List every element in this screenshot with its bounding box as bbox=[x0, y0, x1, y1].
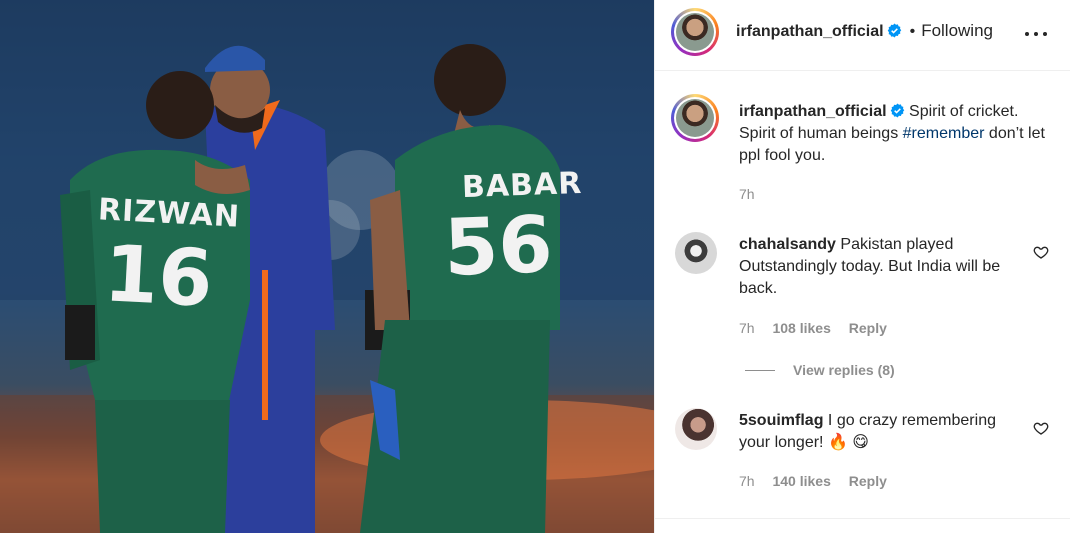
post-header: irfanpathan_official • Following bbox=[655, 0, 1070, 71]
jersey-right-name: BABAR bbox=[461, 165, 583, 206]
following-button[interactable]: Following bbox=[921, 21, 993, 40]
comment-item: 5souimflag I go crazy remembering your l… bbox=[655, 408, 1070, 498]
comment-timestamp[interactable]: 7h bbox=[739, 320, 755, 336]
author-info: irfanpathan_official • Following bbox=[736, 21, 993, 41]
verified-icon bbox=[887, 23, 901, 38]
divider-line bbox=[745, 369, 775, 371]
hashtag-link[interactable]: #remember bbox=[903, 125, 985, 142]
comment-timestamp[interactable]: 7h bbox=[739, 473, 755, 489]
commenter-avatar[interactable] bbox=[675, 232, 717, 274]
reply-button[interactable]: Reply bbox=[849, 473, 887, 489]
separator-dot: • bbox=[909, 23, 916, 40]
reply-button[interactable]: Reply bbox=[849, 320, 887, 336]
post-photo[interactable]: RIZWAN 16 BABAR 56 bbox=[0, 0, 654, 533]
commenter-avatar[interactable] bbox=[675, 408, 717, 450]
comment-meta: 7h 140 likes Reply bbox=[739, 473, 901, 489]
verified-icon bbox=[890, 103, 904, 118]
commenter-username-link[interactable]: chahalsandy bbox=[739, 236, 836, 253]
heart-icon[interactable] bbox=[1033, 244, 1049, 260]
comment-item: chahalsandy Pakistan played Outstandingl… bbox=[655, 232, 1070, 352]
view-replies-button[interactable]: View replies (8) bbox=[745, 362, 895, 378]
comment-body: 5souimflag I go crazy remembering your l… bbox=[739, 410, 1029, 454]
photo-illustration bbox=[0, 0, 654, 533]
comment-likes[interactable]: 108 likes bbox=[772, 320, 830, 336]
heart-icon[interactable] bbox=[1033, 420, 1049, 436]
post-details-panel: irfanpathan_official • Following irfanpath… bbox=[654, 0, 1070, 533]
jersey-left-name: RIZWAN bbox=[97, 192, 241, 235]
jersey-left-number: 16 bbox=[101, 229, 215, 325]
view-replies-label: View replies (8) bbox=[793, 362, 895, 378]
comment-body: chahalsandy Pakistan played Outstandingl… bbox=[739, 234, 1029, 300]
caption-timestamp[interactable]: 7h bbox=[739, 186, 755, 202]
section-divider bbox=[655, 518, 1070, 519]
caption-author-avatar[interactable] bbox=[671, 94, 719, 142]
jersey-right-number: 56 bbox=[442, 200, 555, 294]
commenter-username-link[interactable]: 5souimflag bbox=[739, 412, 823, 429]
caption-username-link[interactable]: irfanpathan_official bbox=[739, 103, 887, 120]
post-caption: irfanpathan_official Spirit of cricket. … bbox=[739, 101, 1059, 167]
comment-likes[interactable]: 140 likes bbox=[772, 473, 830, 489]
author-avatar[interactable] bbox=[671, 8, 719, 56]
author-username-link[interactable]: irfanpathan_official bbox=[736, 23, 884, 40]
more-options-icon[interactable] bbox=[1025, 24, 1047, 44]
comment-meta: 7h 108 likes Reply bbox=[739, 320, 901, 336]
